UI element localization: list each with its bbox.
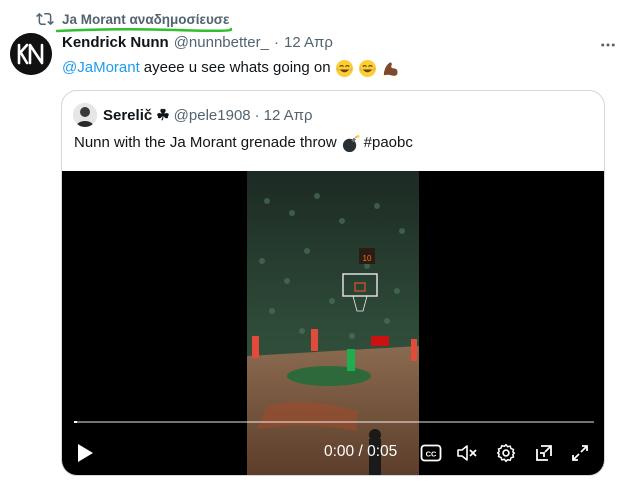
separator: · bbox=[273, 34, 279, 51]
retweet-icon bbox=[36, 10, 54, 28]
settings-icon[interactable] bbox=[494, 441, 518, 465]
video-player[interactable]: 10 0:00 / 0:05 CC bbox=[62, 171, 604, 475]
shot-clock: 10 bbox=[363, 254, 372, 263]
tweet-date[interactable]: 12 Απρ bbox=[284, 34, 333, 51]
quote-author-handle[interactable]: @pele1908 bbox=[174, 107, 251, 124]
popout-icon[interactable] bbox=[532, 441, 556, 465]
author-handle[interactable]: @nunnbetter_ bbox=[174, 34, 269, 51]
tweet-body: ayeee u see whats going on bbox=[143, 59, 331, 76]
avatar[interactable] bbox=[10, 33, 52, 75]
seek-bar[interactable] bbox=[74, 421, 594, 423]
video-time: 0:00 / 0:05 bbox=[324, 443, 398, 460]
face-with-tears-of-joy-emoji bbox=[335, 59, 354, 78]
kn-logo-icon bbox=[10, 33, 52, 75]
bomb-emoji bbox=[341, 134, 360, 153]
quote-text: Nunn with the Ja Morant grenade throw #p… bbox=[74, 133, 413, 153]
tweet-text: @JaMorant ayeee u see whats going on bbox=[62, 58, 400, 78]
retweet-label[interactable]: Ja Morant αναδημοσίευσε bbox=[62, 12, 229, 27]
mute-icon[interactable] bbox=[455, 441, 479, 465]
quote-author-name[interactable]: Serelič bbox=[103, 107, 152, 124]
quote-body: Nunn with the Ja Morant grenade throw bbox=[74, 134, 337, 151]
captions-icon[interactable]: CC bbox=[419, 441, 443, 465]
retweet-context[interactable]: Ja Morant αναδημοσίευσε bbox=[36, 9, 229, 29]
highlight-underline bbox=[56, 27, 232, 33]
quoted-tweet[interactable]: Serelič ☘ @pele1908 · 12 Απρ Nunn with t… bbox=[61, 90, 605, 476]
clover-icon: ☘ bbox=[156, 107, 170, 124]
author-name[interactable]: Kendrick Nunn bbox=[62, 34, 169, 51]
svg-text:CC: CC bbox=[426, 450, 437, 459]
hashtag-link[interactable]: #paobc bbox=[364, 133, 413, 153]
tweet-header: Kendrick Nunn @nunnbetter_ · 12 Απρ bbox=[62, 34, 333, 51]
face-with-tears-of-joy-emoji bbox=[358, 59, 377, 78]
video-frame: 10 bbox=[247, 171, 419, 475]
fullscreen-icon[interactable] bbox=[568, 441, 592, 465]
quote-avatar[interactable] bbox=[73, 103, 97, 127]
more-options-icon[interactable] bbox=[598, 35, 618, 55]
quote-header: Serelič ☘ @pele1908 · 12 Απρ bbox=[103, 106, 313, 124]
flexed-biceps-emoji bbox=[381, 59, 400, 78]
mention-link[interactable]: @JaMorant bbox=[62, 58, 140, 78]
seek-progress bbox=[74, 421, 77, 423]
quote-date[interactable]: 12 Απρ bbox=[264, 107, 313, 124]
play-icon[interactable] bbox=[74, 442, 96, 464]
separator: · bbox=[254, 107, 260, 124]
avatar-photo-icon bbox=[73, 103, 97, 127]
